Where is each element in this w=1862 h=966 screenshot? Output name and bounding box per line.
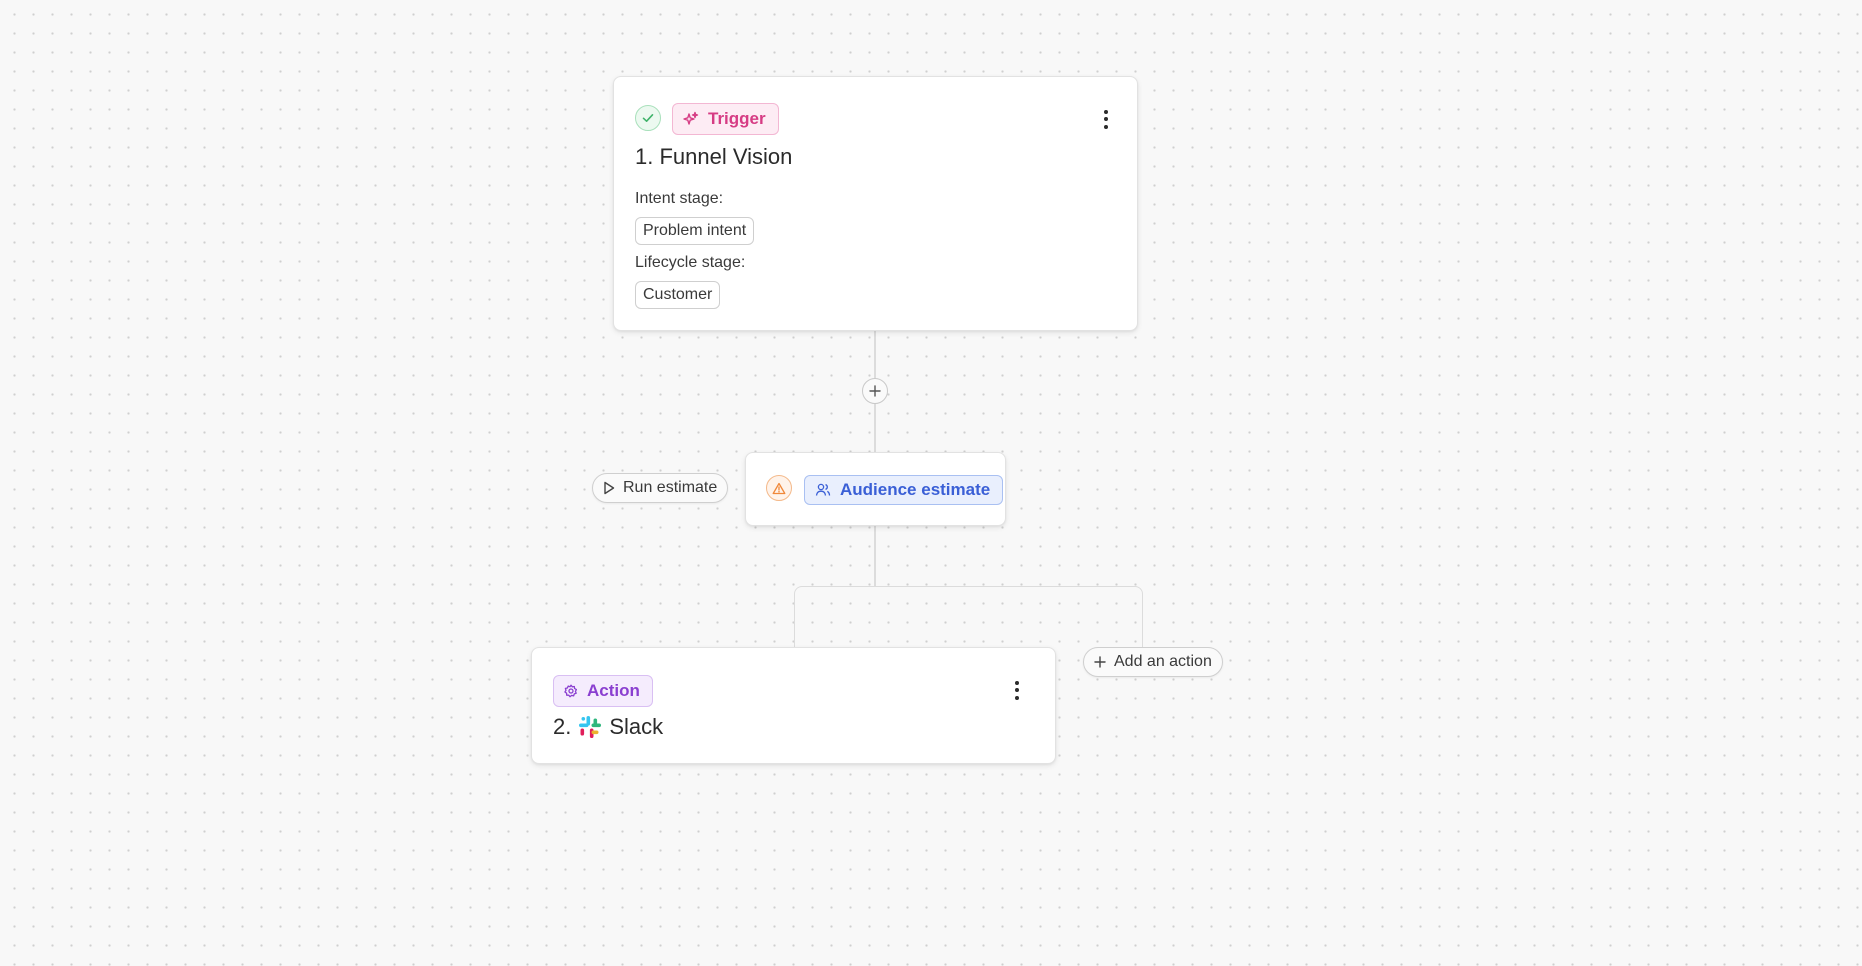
lifecycle-stage-value: Customer <box>635 281 721 309</box>
insert-step-button[interactable] <box>862 378 888 404</box>
plus-icon <box>869 385 881 397</box>
connector-branch <box>794 586 1143 648</box>
warning-triangle-icon <box>766 475 792 501</box>
audience-estimate-card[interactable]: Audience estimate <box>745 452 1006 526</box>
audience-estimate-tag[interactable]: Audience estimate <box>804 475 1004 505</box>
action-title-prefix: 2. <box>553 714 572 739</box>
sparkles-icon <box>683 111 699 127</box>
action-tag: Action <box>553 675 653 707</box>
trigger-card[interactable]: Trigger 1. Funnel Vision Intent stage: P… <box>613 76 1138 331</box>
connector-audience-down <box>874 525 876 587</box>
trigger-tag-label: Trigger <box>708 109 766 128</box>
action-title-name: Slack <box>609 714 664 739</box>
check-icon <box>635 105 661 131</box>
run-estimate-button[interactable]: Run estimate <box>592 473 729 503</box>
play-icon <box>604 481 615 495</box>
lifecycle-stage-label: Lifecycle stage: <box>635 254 746 271</box>
audience-estimate-label: Audience estimate <box>840 480 991 499</box>
intent-stage-value: Problem intent <box>635 217 755 245</box>
action-title: 2. Slack <box>553 714 663 740</box>
action-menu-icon[interactable] <box>1007 678 1027 702</box>
add-action-button[interactable]: Add an action <box>1083 647 1223 677</box>
trigger-title: 1. Funnel Vision <box>635 144 793 169</box>
slack-logo-icon <box>577 714 603 740</box>
run-estimate-label: Run estimate <box>623 479 718 496</box>
trigger-menu-icon[interactable] <box>1096 107 1116 131</box>
trigger-tag: Trigger <box>672 103 779 135</box>
users-icon <box>815 482 831 498</box>
add-action-label: Add an action <box>1114 653 1212 670</box>
plus-icon <box>1094 656 1106 668</box>
intent-stage-label: Intent stage: <box>635 190 724 207</box>
gear-icon <box>564 684 578 698</box>
action-tag-label: Action <box>587 681 640 700</box>
action-card[interactable]: Action 2. Slack <box>531 647 1056 764</box>
